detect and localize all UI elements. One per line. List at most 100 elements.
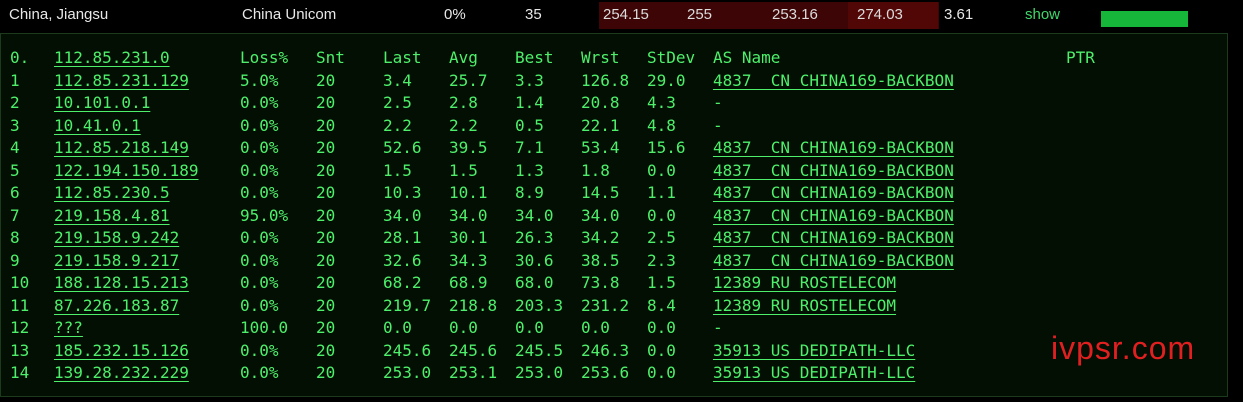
loss-value: 0.0% [240,363,279,382]
host-link[interactable]: 112.85.218.149 [54,137,189,160]
as-name[interactable]: 4837 CN CHINA169-BACKBON [713,137,954,160]
sent-value: 20 [316,363,336,382]
avg-value: 0.0 [449,318,478,337]
last-value: 2.5 [383,93,412,112]
loss-text: 0% [444,6,466,23]
host-link[interactable]: ??? [54,317,83,340]
hop-number: 13 [10,340,30,360]
host-link[interactable]: 112.85.231.129 [54,70,189,93]
as-name: - [713,93,723,112]
loss-value: 0.0% [240,138,279,157]
host-link[interactable]: 185.232.15.126 [54,340,189,363]
hop-number: 11 [10,295,30,315]
last-value: 52.6 [383,138,422,157]
column-header: Wrst [581,48,620,67]
avg-value: 2.8 [449,93,478,112]
worst-value: 73.8 [581,273,620,292]
column-header: AS Name [713,48,781,67]
worst-value: 38.5 [581,250,620,270]
loss-value: 0.0% [240,183,279,202]
column-header: 0. [10,48,30,67]
avg-value: 245.6 [449,340,498,360]
worst-value: 231.2 [581,295,630,315]
loss-value: 0.0% [240,93,279,112]
hop-number: 3 [10,115,20,135]
as-name[interactable]: 35913 US DEDIPATH-LLC [713,362,915,385]
stdev-value: 4.8 [647,115,676,135]
as-name[interactable]: 4837 CN CHINA169-BACKBON [713,227,954,250]
best-value: 203.3 [515,295,564,315]
last-value: 219.7 [383,295,432,315]
host-link[interactable]: 10.101.0.1 [54,92,150,115]
worst-value: 34.0 [581,205,620,225]
column-header[interactable]: 112.85.231.0 [54,47,170,70]
as-name[interactable]: 4837 CN CHINA169-BACKBON [713,250,954,273]
worst-value: 0.0 [581,318,610,337]
column-header: Snt [316,48,345,67]
mtr-output-pane: 0. 112.85.231.0 Loss% Snt Last Avg Best Wrst StD… [0,33,1228,397]
hop-number: 6 [10,183,20,202]
host-link[interactable]: 10.41.0.1 [54,115,141,138]
stdev-value: 0.0 [647,363,676,382]
last-value: 32.6 [383,250,422,270]
isp-text: China Unicom [242,6,337,23]
as-name[interactable]: 4837 CN CHINA169-BACKBON [713,182,954,205]
last-value: 1.5 [383,160,412,180]
worst-value: 253.6 [581,363,630,382]
last-value: 34.0 [383,205,422,225]
loss-value: 0.0% [240,228,279,247]
avg-text: 253.16 [772,6,818,23]
as-name[interactable]: 12389 RU ROSTELECOM [713,272,896,295]
avg-value: 68.9 [449,273,488,292]
sent-value: 20 [316,250,336,270]
host-link[interactable]: 219.158.9.242 [54,227,179,250]
host-link[interactable]: 188.128.15.213 [54,272,189,295]
host-link[interactable]: 219.158.4.81 [54,205,170,228]
last-value: 68.2 [383,273,422,292]
worst-value: 14.5 [581,183,620,202]
host-link[interactable]: 219.158.9.217 [54,250,179,273]
worst-value: 1.8 [581,160,610,180]
sent-value: 20 [316,273,336,292]
loss-value: 95.0% [240,205,289,225]
as-name[interactable]: 12389 RU ROSTELECOM [713,295,896,318]
loss-value: 0.0% [240,250,279,270]
hop-number: 7 [10,205,20,225]
worst-value: 22.1 [581,115,620,135]
location-text: China, Jiangsu [9,6,109,23]
as-name[interactable]: 4837 CN CHINA169-BACKBON [713,70,954,93]
column-header: PTR [1066,48,1095,67]
stdev-value: 4.3 [647,93,676,112]
hop-number: 4 [10,138,20,157]
stdev-value: 1.1 [647,183,676,202]
best-value: 0.5 [515,115,544,135]
last-value: 10.3 [383,183,422,202]
show-button[interactable] [1101,11,1188,27]
host-link[interactable]: 122.194.150.189 [54,160,199,183]
host-link[interactable]: 112.85.230.5 [54,182,170,205]
sent-value: 20 [316,115,336,135]
stdev-value: 8.4 [647,295,676,315]
worst-value: 53.4 [581,138,620,157]
sent-value: 20 [316,70,336,90]
worst-value: 34.2 [581,228,620,247]
as-name[interactable]: 4837 CN CHINA169-BACKBON [713,160,954,183]
host-link[interactable]: 87.226.183.87 [54,295,179,318]
sent-value: 20 [316,228,336,247]
hop-number: 14 [10,363,30,382]
best-value: 1.4 [515,93,544,112]
sent-text: 35 [525,6,542,23]
show-link[interactable]: show [1025,6,1060,23]
worst-value: 246.3 [581,340,630,360]
watermark-logo: ivpsr.com [1051,330,1196,366]
best-value: 3.3 [515,70,544,90]
host-link[interactable]: 139.28.232.229 [54,362,189,385]
as-name[interactable]: 35913 US DEDIPATH-LLC [713,340,915,363]
loss-value: 0.0% [240,273,279,292]
avg-value: 2.2 [449,115,478,135]
last-value: 28.1 [383,228,422,247]
loss-value: 0.0% [240,160,279,180]
best-value: 253.0 [515,363,564,382]
as-name[interactable]: 4837 CN CHINA169-BACKBON [713,205,954,228]
sent-value: 20 [316,138,336,157]
